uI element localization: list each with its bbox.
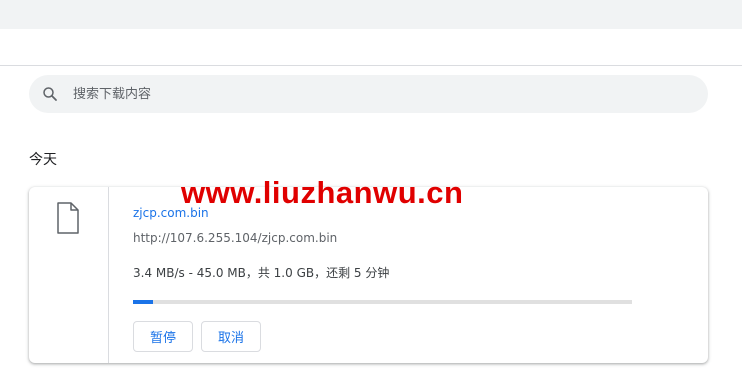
section-title-today: 今天 [29, 152, 57, 168]
watermark-text: www.liuzhanwu.cn [181, 175, 464, 210]
search-box[interactable] [29, 75, 708, 113]
cancel-button[interactable]: 取消 [201, 321, 261, 352]
search-icon [43, 87, 57, 101]
pause-button[interactable]: 暂停 [133, 321, 193, 352]
download-progress-fill [133, 300, 153, 304]
header-divider [0, 65, 742, 66]
download-status-text: 3.4 MB/s - 45.0 MB，共 1.0 GB，还剩 5 分钟 [133, 266, 390, 280]
download-progress-bar [133, 300, 632, 304]
download-icon-column [29, 187, 109, 363]
download-card: zjcp.com.bin http://107.6.255.104/zjcp.c… [29, 187, 708, 363]
download-source-url: http://107.6.255.104/zjcp.com.bin [133, 231, 338, 245]
top-toolbar [0, 0, 742, 29]
file-icon [57, 202, 79, 234]
search-input[interactable] [73, 75, 693, 113]
